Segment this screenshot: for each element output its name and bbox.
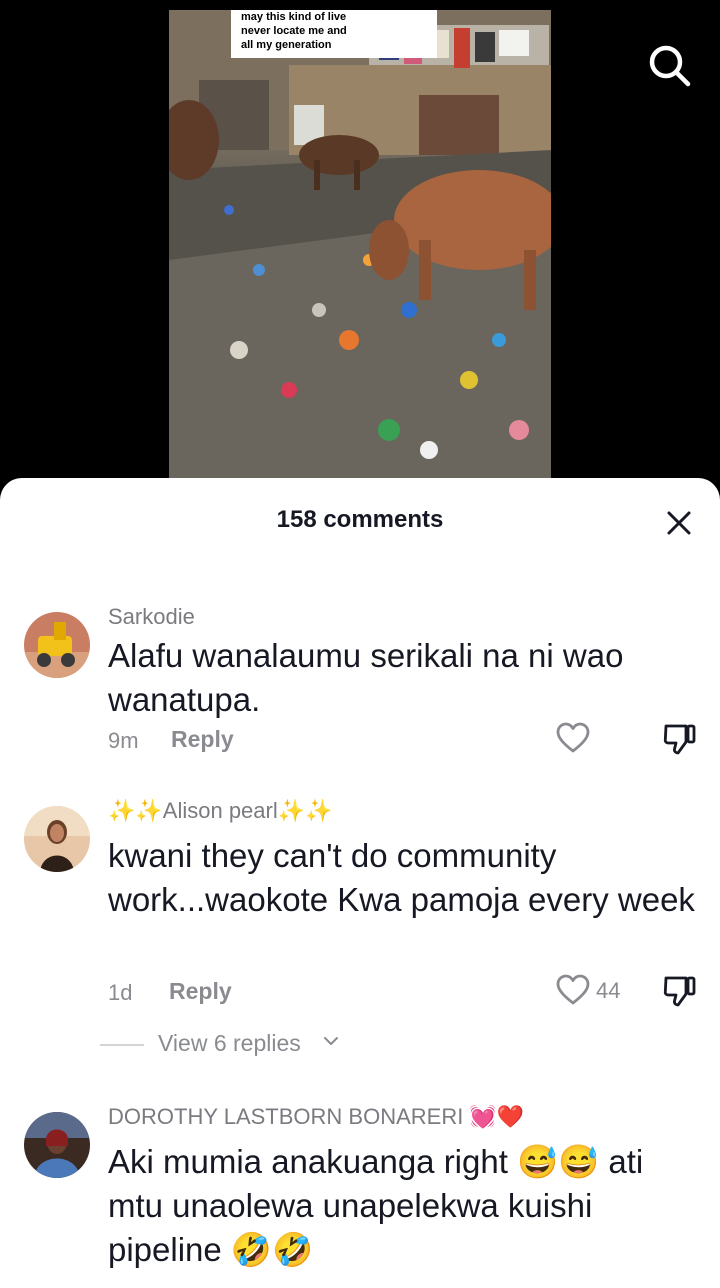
like-count: 44 — [596, 978, 621, 1003]
replies-divider — [100, 1044, 144, 1046]
comment-text: Alafu wanalaumu serikali na ni wao wanat… — [108, 637, 624, 718]
thumbs-down-icon[interactable] — [662, 974, 698, 1008]
video-caption: may this kind of live never locate me an… — [231, 10, 437, 58]
comment-username[interactable]: DOROTHY LASTBORN BONARERI 💓❤️ — [108, 1104, 524, 1130]
comment-timestamp: 1d — [108, 980, 133, 1005]
avatar[interactable] — [24, 806, 90, 872]
video-scene-image — [169, 10, 551, 480]
thumbs-down-icon[interactable] — [662, 722, 698, 756]
video-frame[interactable]: may this kind of live never locate me an… — [169, 10, 551, 480]
comments-sheet: 158 comments Sarkodie Alafu wanalaumu se… — [0, 478, 720, 1288]
close-icon[interactable] — [660, 504, 698, 542]
comment-text: kwani they can't do community work...wao… — [108, 837, 695, 918]
comment-timestamp: 9m — [108, 728, 139, 753]
comment-username[interactable]: ✨✨Alison pearl✨✨ — [108, 798, 333, 824]
comment-text: Aki mumia anakuanga right 😅😅 ati mtu una… — [108, 1143, 644, 1268]
heart-outline-icon[interactable] — [556, 974, 590, 1006]
chevron-down-icon — [322, 1034, 340, 1053]
avatar[interactable] — [24, 612, 90, 678]
search-icon[interactable] — [644, 40, 696, 92]
comment-username[interactable]: Sarkodie — [108, 604, 195, 630]
reply-button[interactable]: Reply — [171, 726, 234, 753]
comments-count-title: 158 comments — [276, 506, 444, 533]
heart-outline-icon[interactable] — [556, 722, 590, 754]
video-player[interactable]: may this kind of live never locate me an… — [0, 0, 720, 520]
view-replies-label: View 6 replies — [158, 1030, 301, 1056]
reply-button[interactable]: Reply — [169, 978, 232, 1005]
avatar[interactable] — [24, 1112, 90, 1178]
